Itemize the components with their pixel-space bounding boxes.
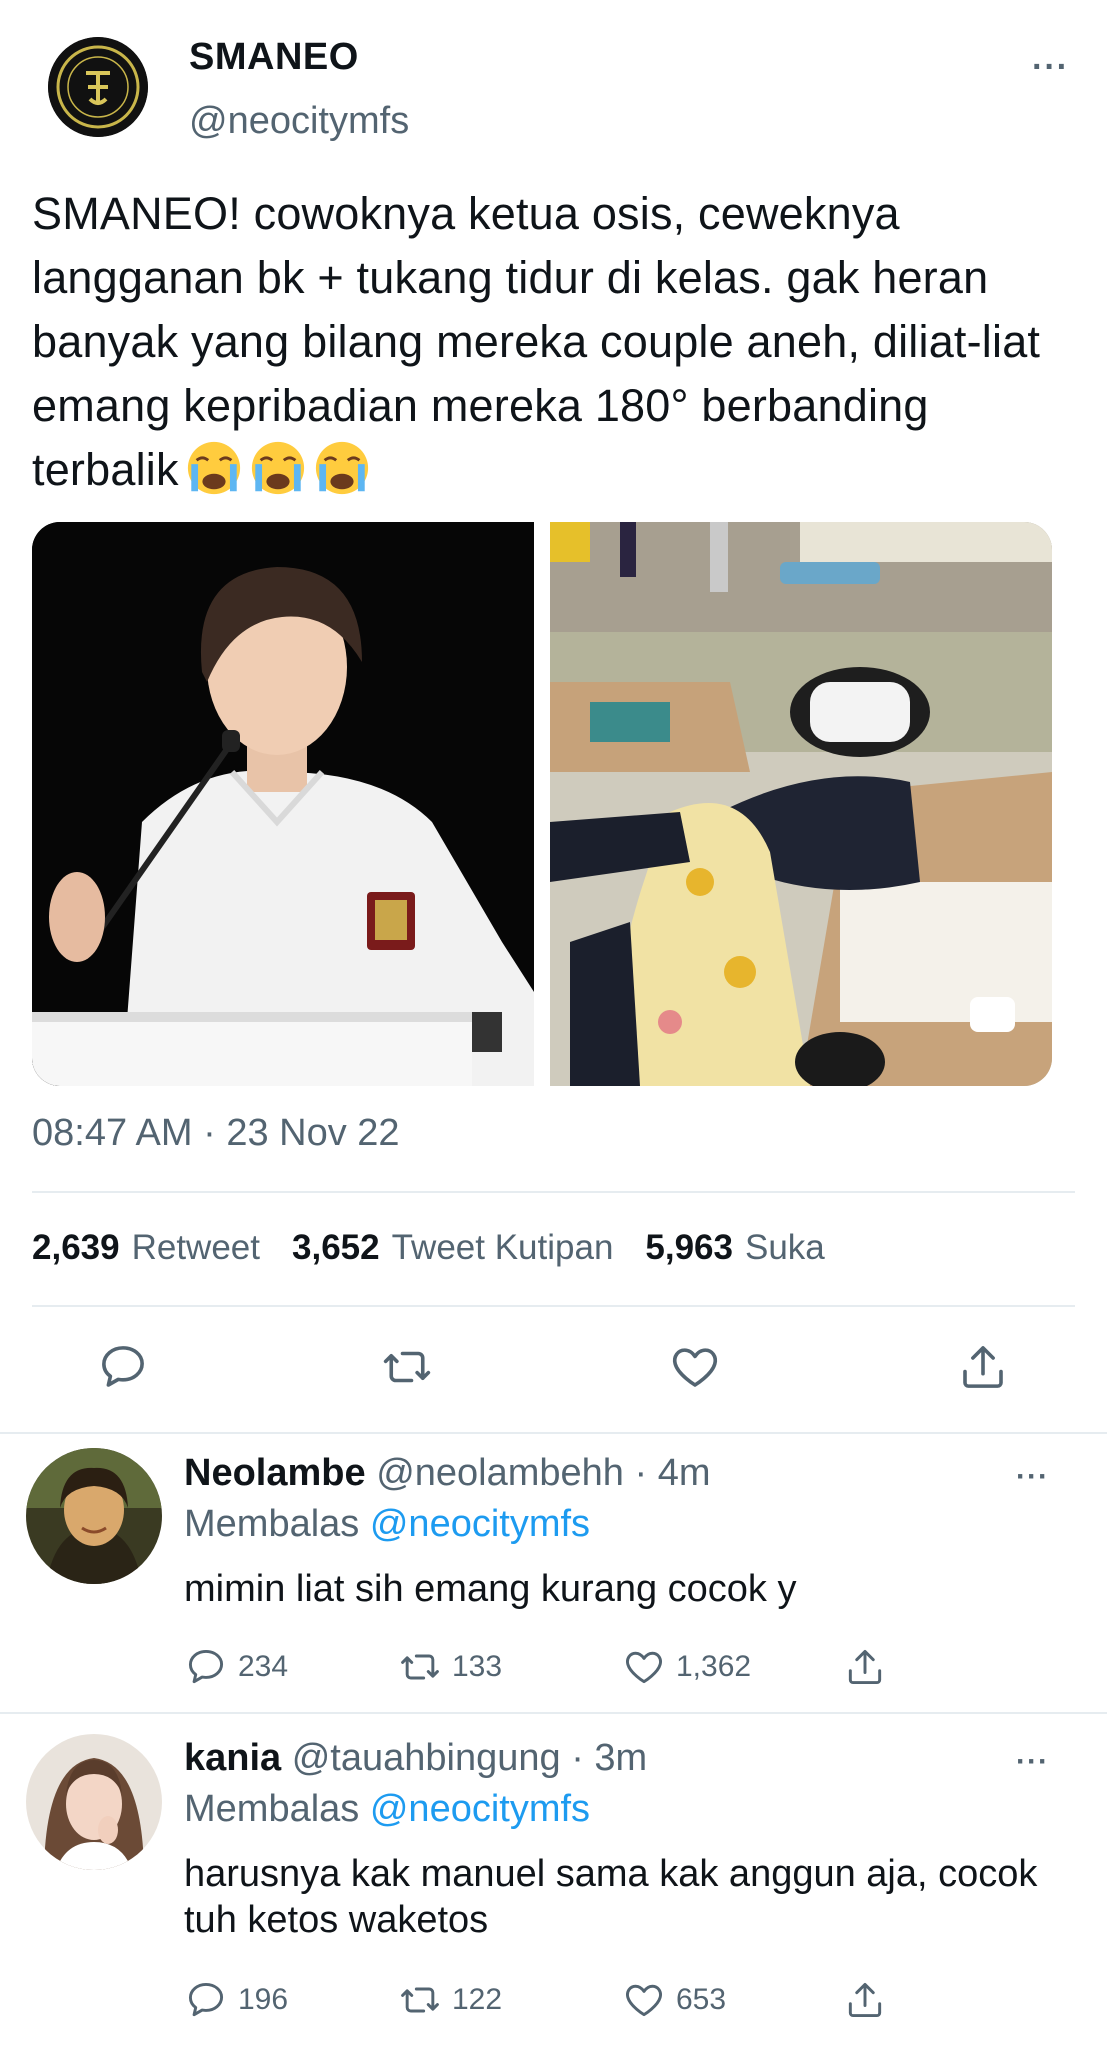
divider <box>0 1432 1107 1434</box>
share-icon[interactable] <box>956 1340 1010 1394</box>
replying-prefix: Membalas <box>184 1788 360 1830</box>
reply-author-handle[interactable]: @tauahbingung · 3m <box>292 1737 647 1779</box>
retweet-label: Retweet <box>131 1228 260 1267</box>
retweet-icon <box>401 1987 439 2013</box>
quote-label: Tweet Kutipan <box>391 1228 614 1267</box>
reply-icon[interactable] <box>96 1340 150 1394</box>
share-icon <box>848 1649 882 1685</box>
reply-author-name[interactable]: Neolambe <box>184 1452 366 1494</box>
like-icon <box>626 1651 662 1684</box>
reply-reply-action[interactable]: 196 <box>184 1978 288 2022</box>
share-icon <box>848 1982 882 2018</box>
replying-to: Membalas @neocitymfs <box>184 1788 590 1831</box>
reply-text: mimin liat sih emang kurang cocok y <box>184 1568 797 1610</box>
tweet-media[interactable] <box>32 522 1052 1086</box>
like-stat[interactable]: 5,963 Suka <box>645 1228 824 1268</box>
divider <box>0 1712 1107 1714</box>
loudly-crying-face-icon <box>315 441 368 495</box>
reply-reply-action[interactable]: 234 <box>184 1645 288 1689</box>
replying-prefix: Membalas <box>184 1503 360 1545</box>
tweet-timestamp[interactable]: 08:47 AM · 23 Nov 22 <box>32 1112 400 1155</box>
more-icon[interactable]: ··· <box>1016 1745 1049 1779</box>
reply-count: 196 <box>238 1983 289 2016</box>
reply-share-action[interactable] <box>843 1978 887 2022</box>
reply-icon <box>188 1982 224 2017</box>
author-avatar[interactable] <box>48 37 148 137</box>
reply-avatar[interactable] <box>26 1734 162 1870</box>
quote-count: 3,652 <box>292 1228 380 1267</box>
reply-author-handle[interactable]: @neolambehh · 4m <box>376 1452 710 1494</box>
reply-header: kania @tauahbingung · 3m <box>184 1737 647 1780</box>
replying-to: Membalas @neocitymfs <box>184 1503 590 1546</box>
reply-like-action[interactable]: 653 <box>622 1978 726 2022</box>
like-label: Suka <box>745 1228 825 1267</box>
like-icon <box>626 1984 662 2017</box>
reply-author-name[interactable]: kania <box>184 1737 281 1779</box>
retweet-count: 122 <box>452 1983 503 2016</box>
author-handle[interactable]: @neocitymfs <box>189 100 409 143</box>
reply-avatar[interactable] <box>26 1448 162 1584</box>
loudly-crying-face-icon <box>187 441 240 495</box>
divider <box>32 1305 1075 1307</box>
tweet-stats: 2,639 Retweet 3,652 Tweet Kutipan 5,963 Suk… <box>32 1228 825 1268</box>
retweet-count: 2,639 <box>32 1228 120 1267</box>
retweet-icon <box>401 1654 439 1680</box>
retweet-icon[interactable] <box>380 1340 434 1394</box>
tweet-text: SMANEO! cowoknya ketua osis, ceweknya la… <box>32 182 1082 502</box>
reply-share-action[interactable] <box>843 1645 887 1689</box>
like-icon[interactable] <box>668 1340 722 1394</box>
reply-retweet-action[interactable]: 122 <box>398 1978 502 2022</box>
like-count: 653 <box>676 1983 727 2016</box>
author-name[interactable]: SMANEO <box>189 36 359 79</box>
replying-to-handle[interactable]: @neocitymfs <box>370 1503 590 1545</box>
reply-header: Neolambe @neolambehh · 4m <box>184 1452 711 1495</box>
more-icon[interactable]: ··· <box>1032 48 1069 87</box>
like-count: 5,963 <box>645 1228 733 1267</box>
tweet-body: SMANEO! cowoknya ketua osis, ceweknya la… <box>32 188 1041 495</box>
media-photo-student-president[interactable] <box>32 522 534 1086</box>
reply-icon <box>188 1649 224 1684</box>
retweet-stat[interactable]: 2,639 Retweet <box>32 1228 260 1268</box>
quote-stat[interactable]: 3,652 Tweet Kutipan <box>292 1228 613 1268</box>
replying-to-handle[interactable]: @neocitymfs <box>370 1788 590 1830</box>
reply-text: harusnya kak manuel sama kak anggun aja,… <box>184 1853 1038 1941</box>
media-photo-sleeping-student[interactable] <box>550 522 1052 1086</box>
reply-count: 234 <box>238 1650 289 1683</box>
reply-retweet-action[interactable]: 133 <box>398 1645 502 1689</box>
like-count: 1,362 <box>676 1650 752 1683</box>
divider <box>32 1191 1075 1193</box>
reply-like-action[interactable]: 1,362 <box>622 1645 751 1689</box>
retweet-count: 133 <box>452 1650 503 1683</box>
loudly-crying-face-icon <box>251 441 304 495</box>
more-icon[interactable]: ··· <box>1016 1460 1049 1494</box>
